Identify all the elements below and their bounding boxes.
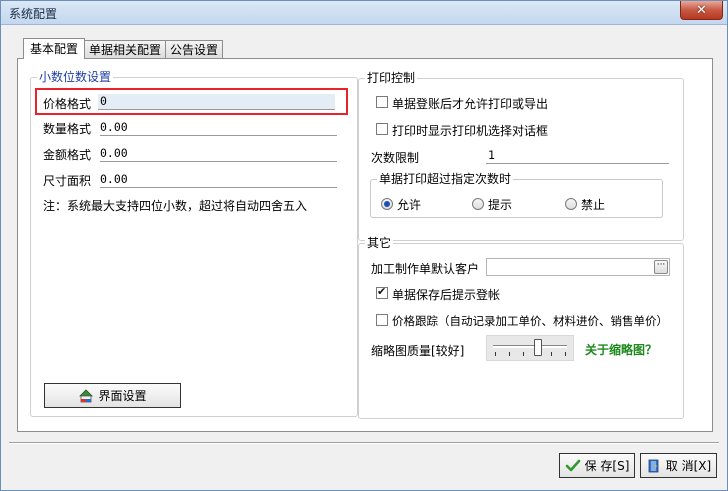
tab-basic[interactable]: 基本配置 [23, 38, 86, 59]
radio-forbid-label: 禁止 [581, 198, 606, 212]
slider-track [493, 345, 567, 348]
print-control-group: 打印控制 单据登账后才允许打印或导出 打印时显示打印机选择对话框 次数限制 1 … [358, 71, 684, 241]
size-area-label: 尺寸面积 [43, 174, 92, 188]
title-bar: 系统配置 ✕ [1, 1, 727, 25]
slider-tick [523, 352, 524, 356]
footer-separator [9, 442, 719, 444]
thumbnail-quality-slider[interactable] [486, 335, 574, 361]
size-area-input[interactable]: 0.00 [100, 172, 337, 188]
highlight-box [35, 88, 348, 115]
post-prompt-checkbox[interactable] [376, 285, 388, 299]
quantity-format-input[interactable]: 0.00 [100, 120, 337, 136]
cancel-label: 取 消[X] [665, 459, 712, 473]
print-after-post-label: 单据登账后才允许打印或导出 [392, 97, 549, 111]
slider-thumb[interactable] [533, 339, 542, 356]
default-customer-input[interactable] [486, 258, 670, 276]
tab-document[interactable]: 单据相关配置 [84, 40, 167, 59]
exit-door-icon [646, 458, 662, 474]
ui-settings-label: 界面设置 [98, 389, 147, 403]
close-button[interactable]: ✕ [680, 1, 723, 20]
palette-icon [78, 388, 94, 404]
print-limit-label: 次数限制 [371, 151, 420, 165]
quantity-format-label: 数量格式 [43, 122, 92, 136]
checkmark-icon [565, 458, 581, 474]
decimal-settings-group: 小数位数设置 价格格式 0 数量格式 0.00 金额格式 0.00 尺寸面积 0… [30, 70, 358, 417]
other-title: 其它 [365, 236, 394, 250]
radio-forbid[interactable] [565, 198, 577, 210]
print-limit-input[interactable]: 1 [486, 148, 669, 164]
browse-customer-button[interactable]: ··· [654, 260, 668, 274]
default-customer-label: 加工制作单默认客户 [371, 262, 480, 276]
amount-format-input[interactable]: 0.00 [100, 146, 337, 162]
amount-format-label: 金额格式 [43, 148, 92, 162]
cancel-button[interactable]: 取 消[X] [640, 453, 717, 478]
close-icon: ✕ [696, 2, 707, 18]
print-control-title: 打印控制 [365, 71, 418, 85]
decimal-settings-title: 小数位数设置 [37, 70, 114, 84]
price-track-checkbox[interactable] [376, 314, 388, 326]
ui-settings-button[interactable]: 界面设置 [44, 383, 181, 408]
tab-panel-basic: 小数位数设置 价格格式 0 数量格式 0.00 金额格式 0.00 尺寸面积 0… [17, 58, 713, 432]
price-track-label: 价格跟踪（自动记录加工单价、材料进价、销售单价） [392, 314, 668, 328]
save-label: 保 存[S] [584, 459, 630, 473]
post-prompt-label: 单据保存后提示登帐 [392, 288, 501, 302]
tab-bar: 基本配置 单据相关配置 公告设置 [23, 38, 224, 59]
about-thumbnail-link[interactable]: 关于缩略图？ [585, 341, 657, 358]
print-exceed-group: 单据打印超过指定次数时 允许 提示 禁止 [370, 172, 663, 218]
save-button[interactable]: 保 存[S] [559, 453, 635, 478]
slider-tick [509, 352, 510, 356]
radio-allow-label: 允许 [397, 198, 422, 212]
radio-prompt[interactable] [472, 198, 484, 210]
thumbnail-quality-label: 缩略图质量[较好] [371, 344, 465, 358]
decimal-note: 注：系统最大支持四位小数，超过将自动四舍五入 [43, 199, 308, 213]
show-printer-dialog-checkbox[interactable] [376, 123, 388, 135]
config-window: 系统配置 ✕ 基本配置 单据相关配置 公告设置 小数位数设置 价格格式 0 数量… [0, 0, 728, 491]
print-after-post-checkbox[interactable] [376, 96, 388, 108]
print-exceed-title: 单据打印超过指定次数时 [377, 172, 514, 186]
tab-notice[interactable]: 公告设置 [165, 40, 224, 59]
radio-allow[interactable] [381, 198, 393, 210]
radio-prompt-label: 提示 [488, 198, 513, 212]
slider-tick [565, 352, 566, 356]
slider-tick [551, 352, 552, 356]
other-group: 其它 加工制作单默认客户 ··· 单据保存后提示登帐 价格跟踪（自动记录加工单价… [358, 236, 684, 419]
show-printer-dialog-label: 打印时显示打印机选择对话框 [392, 124, 549, 138]
slider-tick [495, 352, 496, 356]
window-title: 系统配置 [9, 7, 58, 21]
